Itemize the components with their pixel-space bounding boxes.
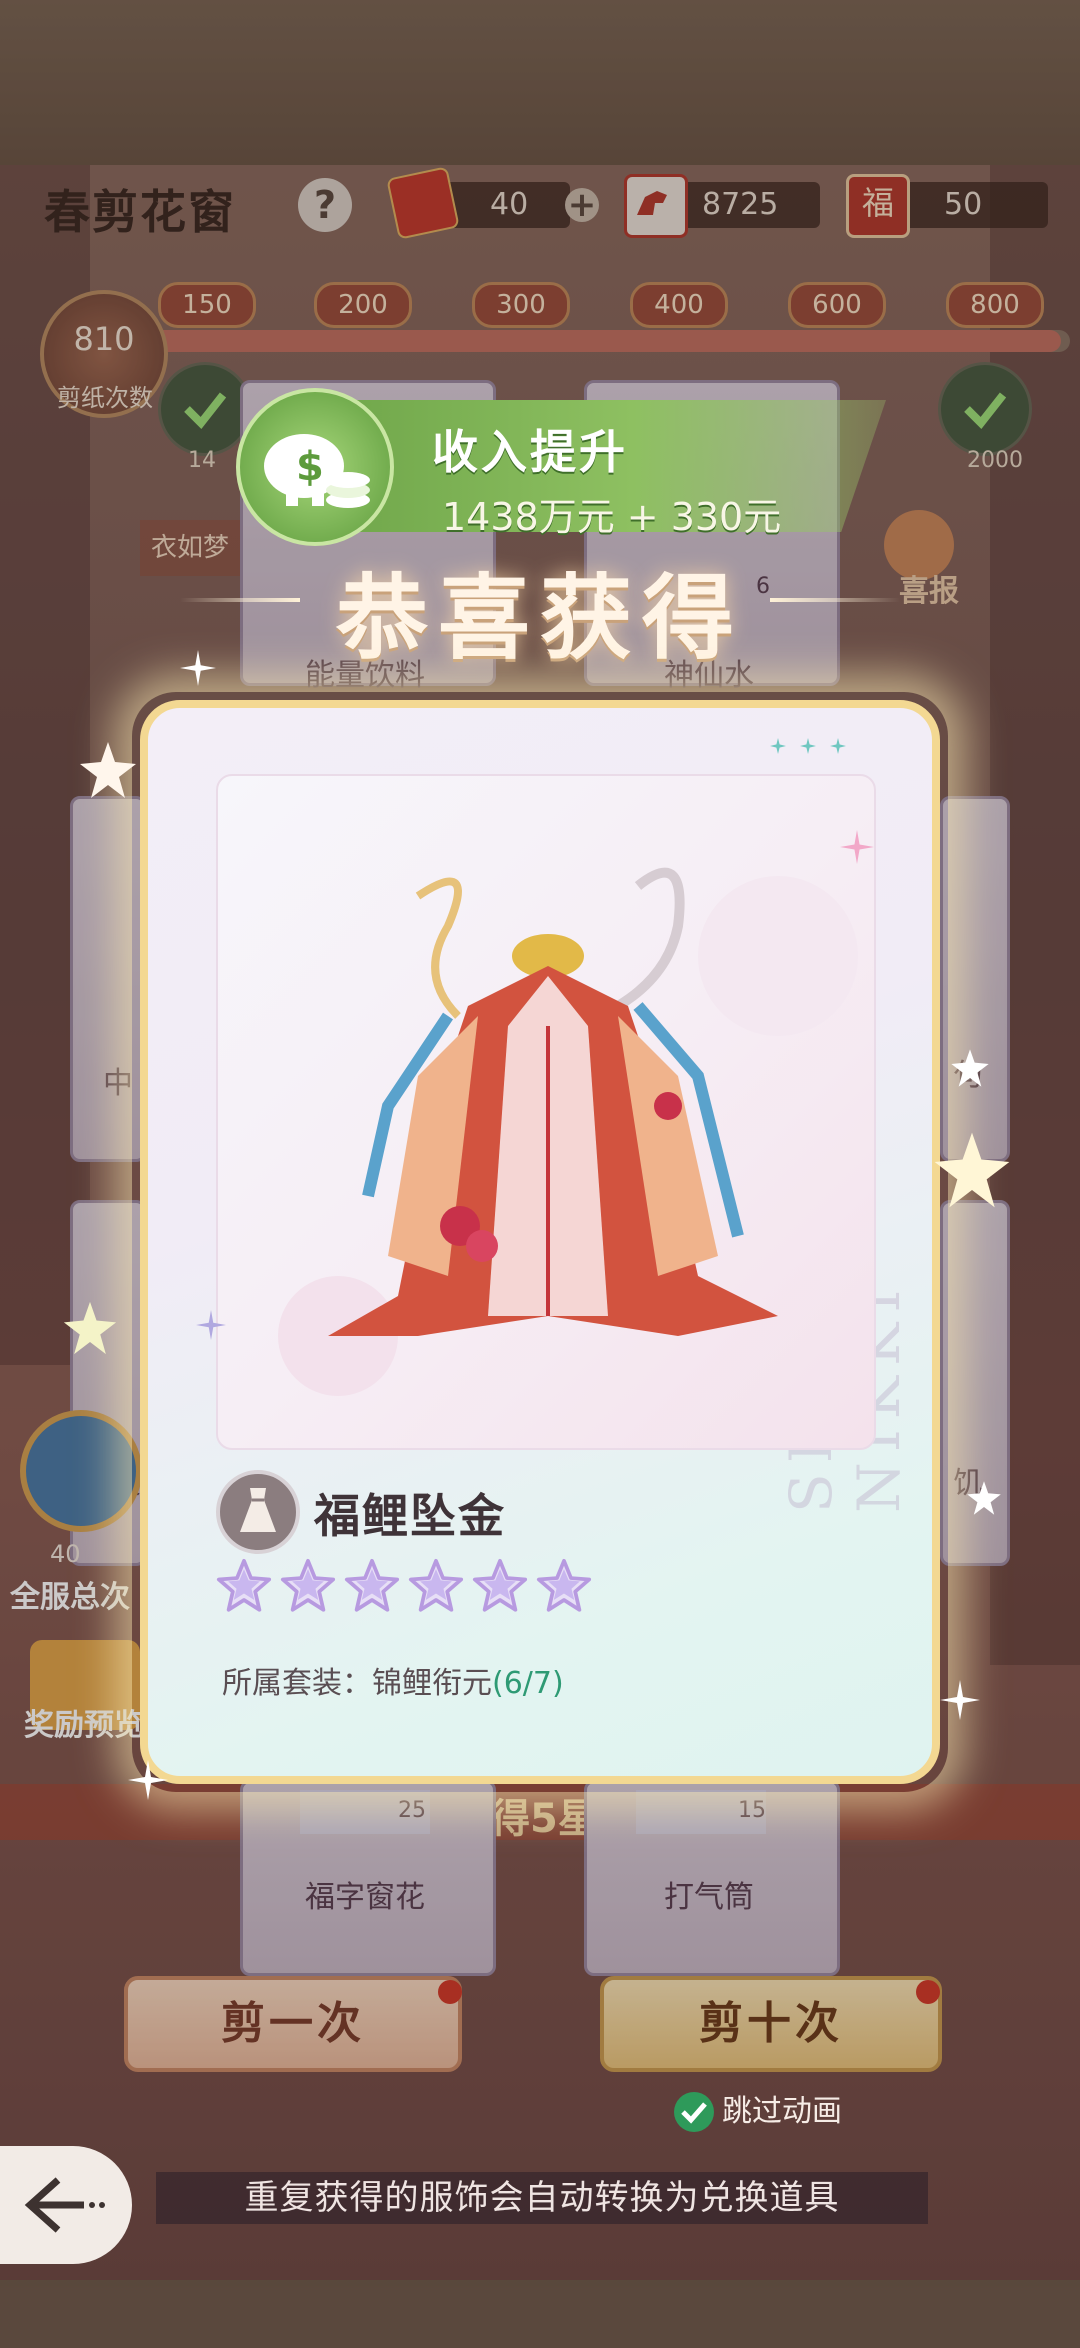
set-label: 所属套装： [222,1666,372,1701]
top-bar-background [0,0,1080,165]
rarity-star-icon [536,1558,592,1612]
sparkle-icon [934,1132,1010,1208]
reward-preview-label[interactable]: 奖励预览 [24,1700,144,1744]
back-button[interactable] [0,2146,132,2264]
income-boost-banner: $ 收入提升 1438万元 + 330元 [236,388,886,566]
rarity-star-icon [280,1558,336,1612]
notification-dot [916,1980,940,2004]
income-value: 1438万元 + 330元 [442,495,782,539]
resource-value: 50 [944,187,983,222]
rarity-star-icon [408,1558,464,1612]
milestone-reward-count: 2000 [967,448,1023,473]
event-header: 春剪花窗 ? 40 + 8725 50 福 [0,166,1080,248]
help-button[interactable]: ? [298,178,352,232]
resource-value: 40 [490,187,529,222]
cut-once-button[interactable]: 剪一次 [124,1976,462,2072]
duplicate-hint: 重复获得的服饰会自动转换为兑换道具 [244,2178,840,2218]
bg-reward-label: 福字窗花 [305,1880,425,1915]
sparkle-icon [940,1680,980,1720]
bg-reward-count: 25 [398,1798,426,1823]
notification-dot [438,1980,462,2004]
bg-reward-card [940,796,1010,1162]
decor-sparkles-icon [770,738,846,754]
sparkle-icon [967,1481,1001,1515]
reward-item-name: 福鲤坠金 [314,1489,506,1543]
rarity-star-icon [344,1558,400,1612]
progress-fill [150,330,1061,352]
rarity-star-icon [216,1558,272,1612]
sparkle-icon [63,1301,117,1355]
cut-count-label: 剪纸次数 [57,384,153,412]
set-name: 锦鲤衔元 [372,1666,492,1701]
server-total-label: 全服总次 [10,1580,130,1615]
piggy-bank-icon: $ [236,388,394,546]
sparkle-icon [840,830,874,864]
server-total-badge [20,1410,142,1532]
milestone-claimed-icon[interactable] [938,362,1032,456]
cut-ten-button[interactable]: 剪十次 [600,1976,942,2072]
sparkle-icon [128,1760,168,1800]
income-title: 收入提升 [432,425,628,479]
horse-icon [624,174,688,238]
server-total-count: 40 [50,1540,81,1568]
milestone-badge[interactable]: 150 [158,282,256,328]
bg-reward-count: 15 [738,1798,766,1823]
sparkle-icon [951,1049,989,1087]
sparkle-icon [196,1310,226,1340]
rarity-star-icon [472,1558,528,1612]
congrats-title: 恭喜获得 [335,565,744,672]
cut-count: 810 [73,320,135,358]
svg-text:$: $ [296,444,324,490]
resource-value: 8725 [702,187,779,222]
set-progress: (6/7) [492,1666,564,1701]
sparkle-icon [180,650,216,686]
set-info: 所属套装：锦鲤衔元(6/7) [222,1658,564,1702]
milestone-badge[interactable]: 300 [472,282,570,328]
milestone-badge[interactable]: 800 [946,282,1044,328]
bg-reward-label: 打气筒 [664,1880,754,1915]
event-title: 春剪花窗 [44,185,236,239]
rarity-stars [216,1558,592,1618]
skip-animation-label[interactable]: 跳过动画 [722,2090,842,2134]
outfit-dress-image [278,867,858,1396]
bg-star-hint: 得5星 [490,1796,598,1842]
reward-card: SHINING NIKKI SHINING NIKKI [140,700,940,1784]
back-arrow-icon [24,2177,105,2233]
outfit-artwork-frame [216,774,876,1450]
bottom-bar-background [0,2280,1080,2348]
add-resource-button[interactable]: + [565,188,599,222]
red-envelope-icon [386,166,460,240]
dress-icon [216,1470,300,1554]
milestone-badge[interactable]: 600 [788,282,886,328]
milestone-badge[interactable]: 200 [314,282,412,328]
checkbox-checked-icon[interactable] [674,2092,714,2132]
fu-icon: 福 [846,174,910,238]
milestone-badge[interactable]: 400 [630,282,728,328]
sparkle-icon [80,742,136,798]
